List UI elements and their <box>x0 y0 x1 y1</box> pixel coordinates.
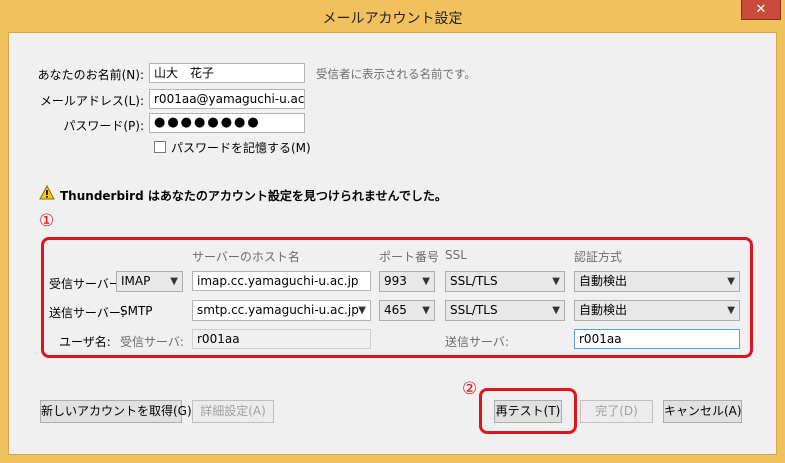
incoming-server-label: 受信サーバー: <box>49 277 125 291</box>
advanced-settings-button[interactable]: 詳細設定(A) <box>192 400 274 423</box>
username-label: ユーザ名: <box>59 335 111 349</box>
chevron-down-icon: ▼ <box>422 276 430 287</box>
incoming-auth-value: 自動検出 <box>579 274 628 288</box>
warning-icon <box>39 185 55 200</box>
incoming-ssl-select[interactable]: SSL/TLS ▼ <box>445 271 565 292</box>
incoming-port-value: 993 <box>384 274 407 288</box>
close-button[interactable]: ✕ <box>741 0 781 20</box>
chevron-down-icon: ▼ <box>552 276 560 287</box>
email-label: メールアドレス(L): <box>39 94 144 108</box>
done-button[interactable]: 完了(D) <box>580 400 653 423</box>
outgoing-host-select[interactable]: smtp.cc.yamaguchi-u.ac.jp ▼ <box>192 300 371 321</box>
outgoing-auth-value: 自動検出 <box>579 303 628 317</box>
auth-column-header: 認証方式 <box>574 250 623 264</box>
cancel-button[interactable]: キャンセル(A) <box>663 400 742 423</box>
incoming-protocol-select[interactable]: IMAP ▼ <box>116 271 183 292</box>
outgoing-ssl-select[interactable]: SSL/TLS ▼ <box>445 300 565 321</box>
ssl-column-header: SSL <box>445 248 467 262</box>
chevron-down-icon: ▼ <box>727 305 735 316</box>
incoming-auth-select[interactable]: 自動検出 ▼ <box>574 271 740 292</box>
remember-password-label: パスワードを記憶する(M) <box>171 141 311 155</box>
window-title: メールアカウント設定 <box>322 11 463 27</box>
remember-password-checkbox[interactable] <box>154 141 166 153</box>
username-incoming-label: 受信サーバ: <box>120 335 184 349</box>
new-account-button[interactable]: 新しいアカウントを取得(G) <box>40 400 192 423</box>
chevron-down-icon: ▼ <box>358 305 366 316</box>
chevron-down-icon: ▼ <box>552 305 560 316</box>
email-field[interactable]: r001aa@yamaguchi-u.ac <box>149 89 305 109</box>
outgoing-server-label: 送信サーバー: <box>49 306 125 320</box>
username-incoming-field[interactable]: r001aa <box>192 329 371 349</box>
port-column-header: ポート番号 <box>379 250 440 264</box>
incoming-protocol-value: IMAP <box>121 274 151 288</box>
chevron-down-icon: ▼ <box>727 276 735 287</box>
outgoing-host-value: smtp.cc.yamaguchi-u.ac.jp <box>197 303 359 317</box>
incoming-host-field[interactable]: imap.cc.yamaguchi-u.ac.jp <box>192 271 371 291</box>
outgoing-port-value: 465 <box>384 303 407 317</box>
annotation-marker-1: ① <box>39 211 55 231</box>
retest-button[interactable]: 再テスト(T) <box>494 400 562 423</box>
host-column-header: サーバーのホスト名 <box>192 250 300 264</box>
outgoing-auth-select[interactable]: 自動検出 ▼ <box>574 300 740 321</box>
incoming-port-select[interactable]: 993 ▼ <box>379 271 435 292</box>
annotation-marker-2: ② <box>462 379 478 399</box>
outgoing-protocol-value: SMTP <box>120 304 153 318</box>
outgoing-port-select[interactable]: 465 ▼ <box>379 300 435 321</box>
incoming-ssl-value: SSL/TLS <box>450 274 498 288</box>
name-field[interactable]: 山大 花子 <box>149 63 305 83</box>
warning-message: Thunderbird はあなたのアカウント設定を見つけられませんでした。 <box>60 189 447 203</box>
outgoing-ssl-value: SSL/TLS <box>450 303 498 317</box>
chevron-down-icon: ▼ <box>422 305 430 316</box>
dialog-body: あなたのお名前(N): 山大 花子 受信者に表示される名前です。 メールアドレス… <box>8 32 777 455</box>
title-bar: メールアカウント設定 ✕ <box>0 0 785 32</box>
password-label: パスワード(P): <box>63 119 144 133</box>
name-hint: 受信者に表示される名前です。 <box>316 67 476 81</box>
name-label: あなたのお名前(N): <box>37 68 144 82</box>
password-field[interactable]: ●●●●●●●● <box>149 113 305 133</box>
chevron-down-icon: ▼ <box>170 276 178 287</box>
username-outgoing-label: 送信サーバ: <box>445 335 509 349</box>
username-outgoing-field[interactable]: r001aa <box>574 329 740 349</box>
